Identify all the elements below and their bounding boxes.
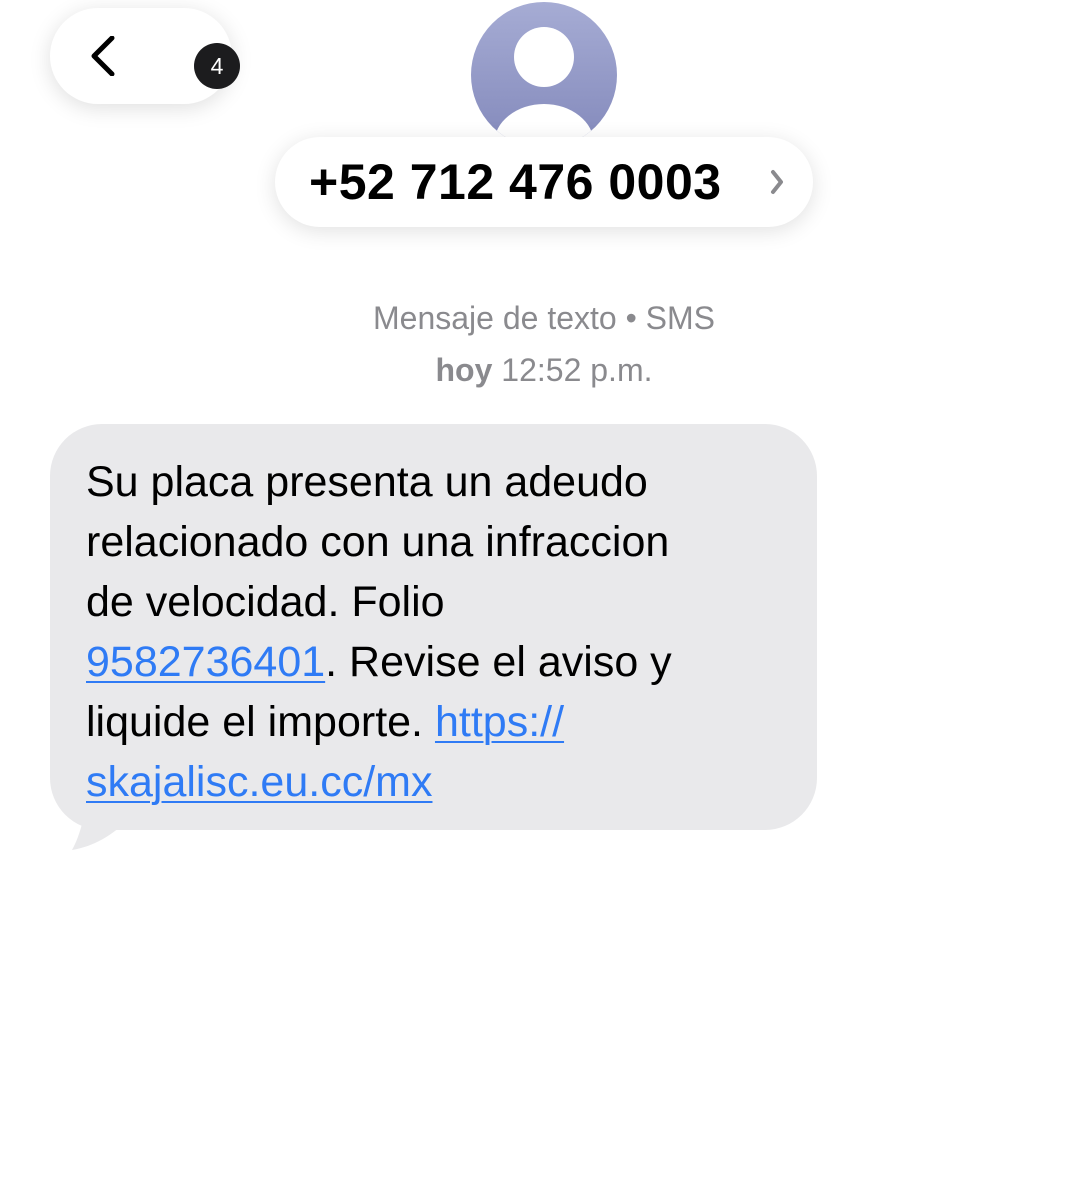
message-timestamp: hoy 12:52 p.m.: [0, 352, 1088, 389]
timestamp-time: 12:52 p.m.: [501, 352, 653, 388]
person-silhouette-icon: [494, 27, 594, 148]
chevron-right-icon: [771, 170, 783, 194]
message-line: de velocidad. Folio: [86, 578, 445, 626]
message-text-segment: liquide el importe.: [86, 698, 435, 746]
message-line: Su placa presenta un adeudo: [86, 458, 648, 506]
timestamp-day: hoy: [435, 352, 493, 388]
contact-avatar[interactable]: [471, 2, 617, 148]
message-type-label: Mensaje de texto • SMS: [372, 300, 716, 336]
message-text: Su placa presenta un adeudo relacionado …: [86, 452, 798, 812]
url-link[interactable]: https://: [435, 698, 564, 746]
message-line: liquide el importe. https://: [86, 692, 798, 752]
message-bubble[interactable]: Su placa presenta un adeudo relacionado …: [50, 424, 817, 830]
back-button[interactable]: 4: [50, 8, 240, 104]
message-line: skajalisc.eu.cc/mx: [86, 752, 798, 812]
url-link[interactable]: skajalisc.eu.cc/mx: [86, 758, 432, 806]
message-line: 9582736401. Revise el aviso y: [86, 632, 798, 692]
folio-number-link[interactable]: 9582736401: [86, 638, 325, 686]
message-text-segment: . Revise el aviso y: [325, 638, 672, 686]
message-line: relacionado con una infraccion: [86, 518, 670, 566]
chevron-left-icon: [91, 36, 115, 76]
contact-details-button[interactable]: +52 712 476 0003: [275, 137, 813, 227]
contact-number: +52 712 476 0003: [309, 154, 722, 210]
unread-count-badge: 4: [194, 43, 240, 89]
